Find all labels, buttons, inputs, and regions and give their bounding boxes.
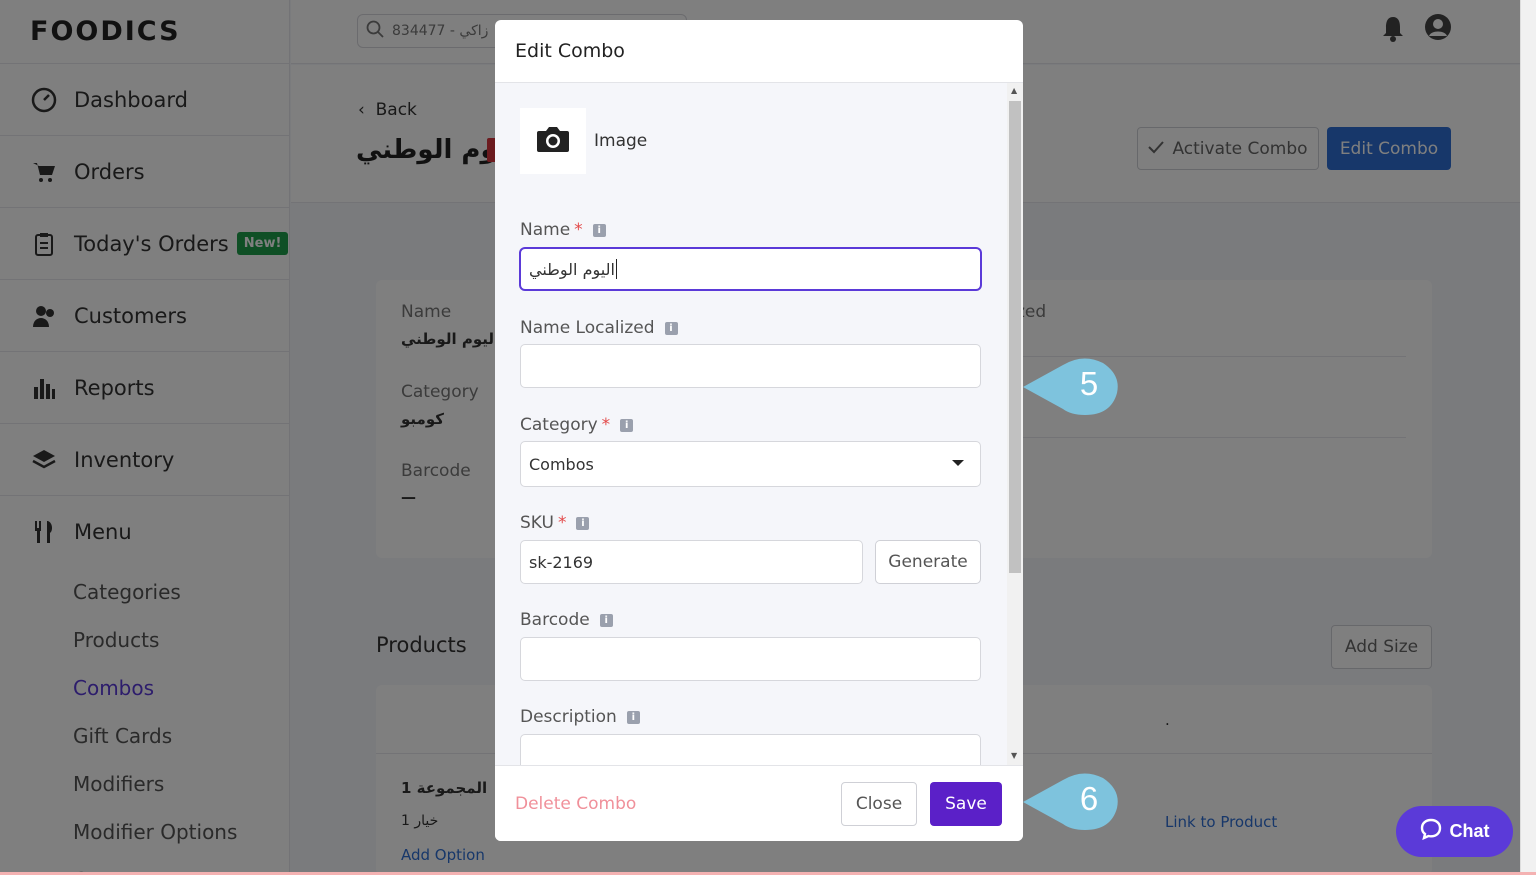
sku-input[interactable]: sk-2169 [520,540,863,584]
info-icon[interactable]: i [620,418,634,432]
description-field-label: Description i [520,707,640,727]
category-field-label: Category * i [520,415,634,435]
name-localized-field-label: Name Localized i [520,318,678,338]
info-icon[interactable]: i [576,516,590,530]
name-localized-input[interactable] [520,344,981,388]
sku-field-label: SKU * i [520,513,590,533]
close-button[interactable]: Close [841,782,917,826]
step-callout-5: 5 [1023,357,1119,417]
callout-number: 5 [1079,365,1099,402]
scroll-down-arrow-icon[interactable]: ▼ [1011,751,1017,760]
name-input-value: اليوم الوطني [529,259,615,279]
barcode-input[interactable] [520,637,981,681]
scroll-up-arrow-icon[interactable]: ▲ [1011,86,1017,95]
name-label-text: Name [520,220,571,240]
category-select[interactable]: Combos [520,441,981,487]
edit-combo-modal: Edit Combo Image Name * i اليوم الوطني N… [495,20,1023,841]
step-callout-6: 6 [1023,772,1119,832]
camera-icon [536,125,570,157]
callout-number: 6 [1079,780,1099,817]
page-scrollbar[interactable] [1520,0,1536,875]
modal-body: Image Name * i اليوم الوطني Name Localiz… [495,83,1023,765]
generate-sku-button[interactable]: Generate [875,540,981,584]
text-caret [615,259,617,279]
name-field-label: Name * i [520,220,606,240]
chat-button[interactable]: Chat [1396,806,1513,857]
barcode-field-label: Barcode i [520,610,613,630]
required-mark: * [557,513,567,533]
info-icon[interactable]: i [592,223,606,237]
image-label: Image [594,131,648,151]
info-icon[interactable]: i [664,321,678,335]
info-icon[interactable]: i [599,613,613,627]
name-input[interactable]: اليوم الوطني [520,248,981,290]
category-label-text: Category [520,415,598,435]
image-upload[interactable] [520,108,586,174]
chat-label: Chat [1449,821,1490,841]
description-label-text: Description [520,707,617,727]
info-icon[interactable]: i [626,710,640,724]
required-mark: * [574,220,583,240]
category-select-value: Combos [529,454,594,474]
modal-title: Edit Combo [495,20,1023,83]
name-localized-label-text: Name Localized [520,318,655,338]
sku-label-text: SKU [520,513,554,533]
modal-footer: Delete Combo Close Save [495,765,1023,841]
barcode-label-text: Barcode [520,610,590,630]
chat-bubble-icon [1420,818,1442,845]
description-textarea[interactable] [520,734,981,765]
required-mark: * [601,415,611,435]
delete-combo-link[interactable]: Delete Combo [515,794,636,814]
scrollbar-thumb[interactable] [1009,101,1021,573]
modal-scrollbar[interactable]: ▲ ▼ [1007,83,1023,765]
save-button[interactable]: Save [930,782,1002,826]
caret-down-icon [952,460,964,466]
